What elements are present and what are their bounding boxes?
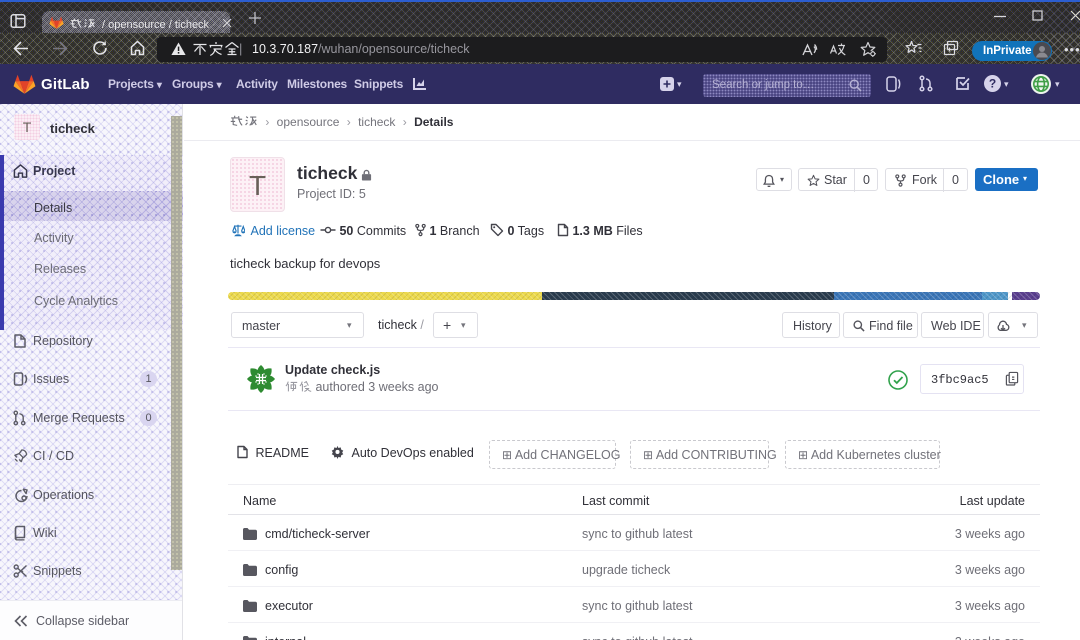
svg-text:?: ? [989, 77, 996, 91]
